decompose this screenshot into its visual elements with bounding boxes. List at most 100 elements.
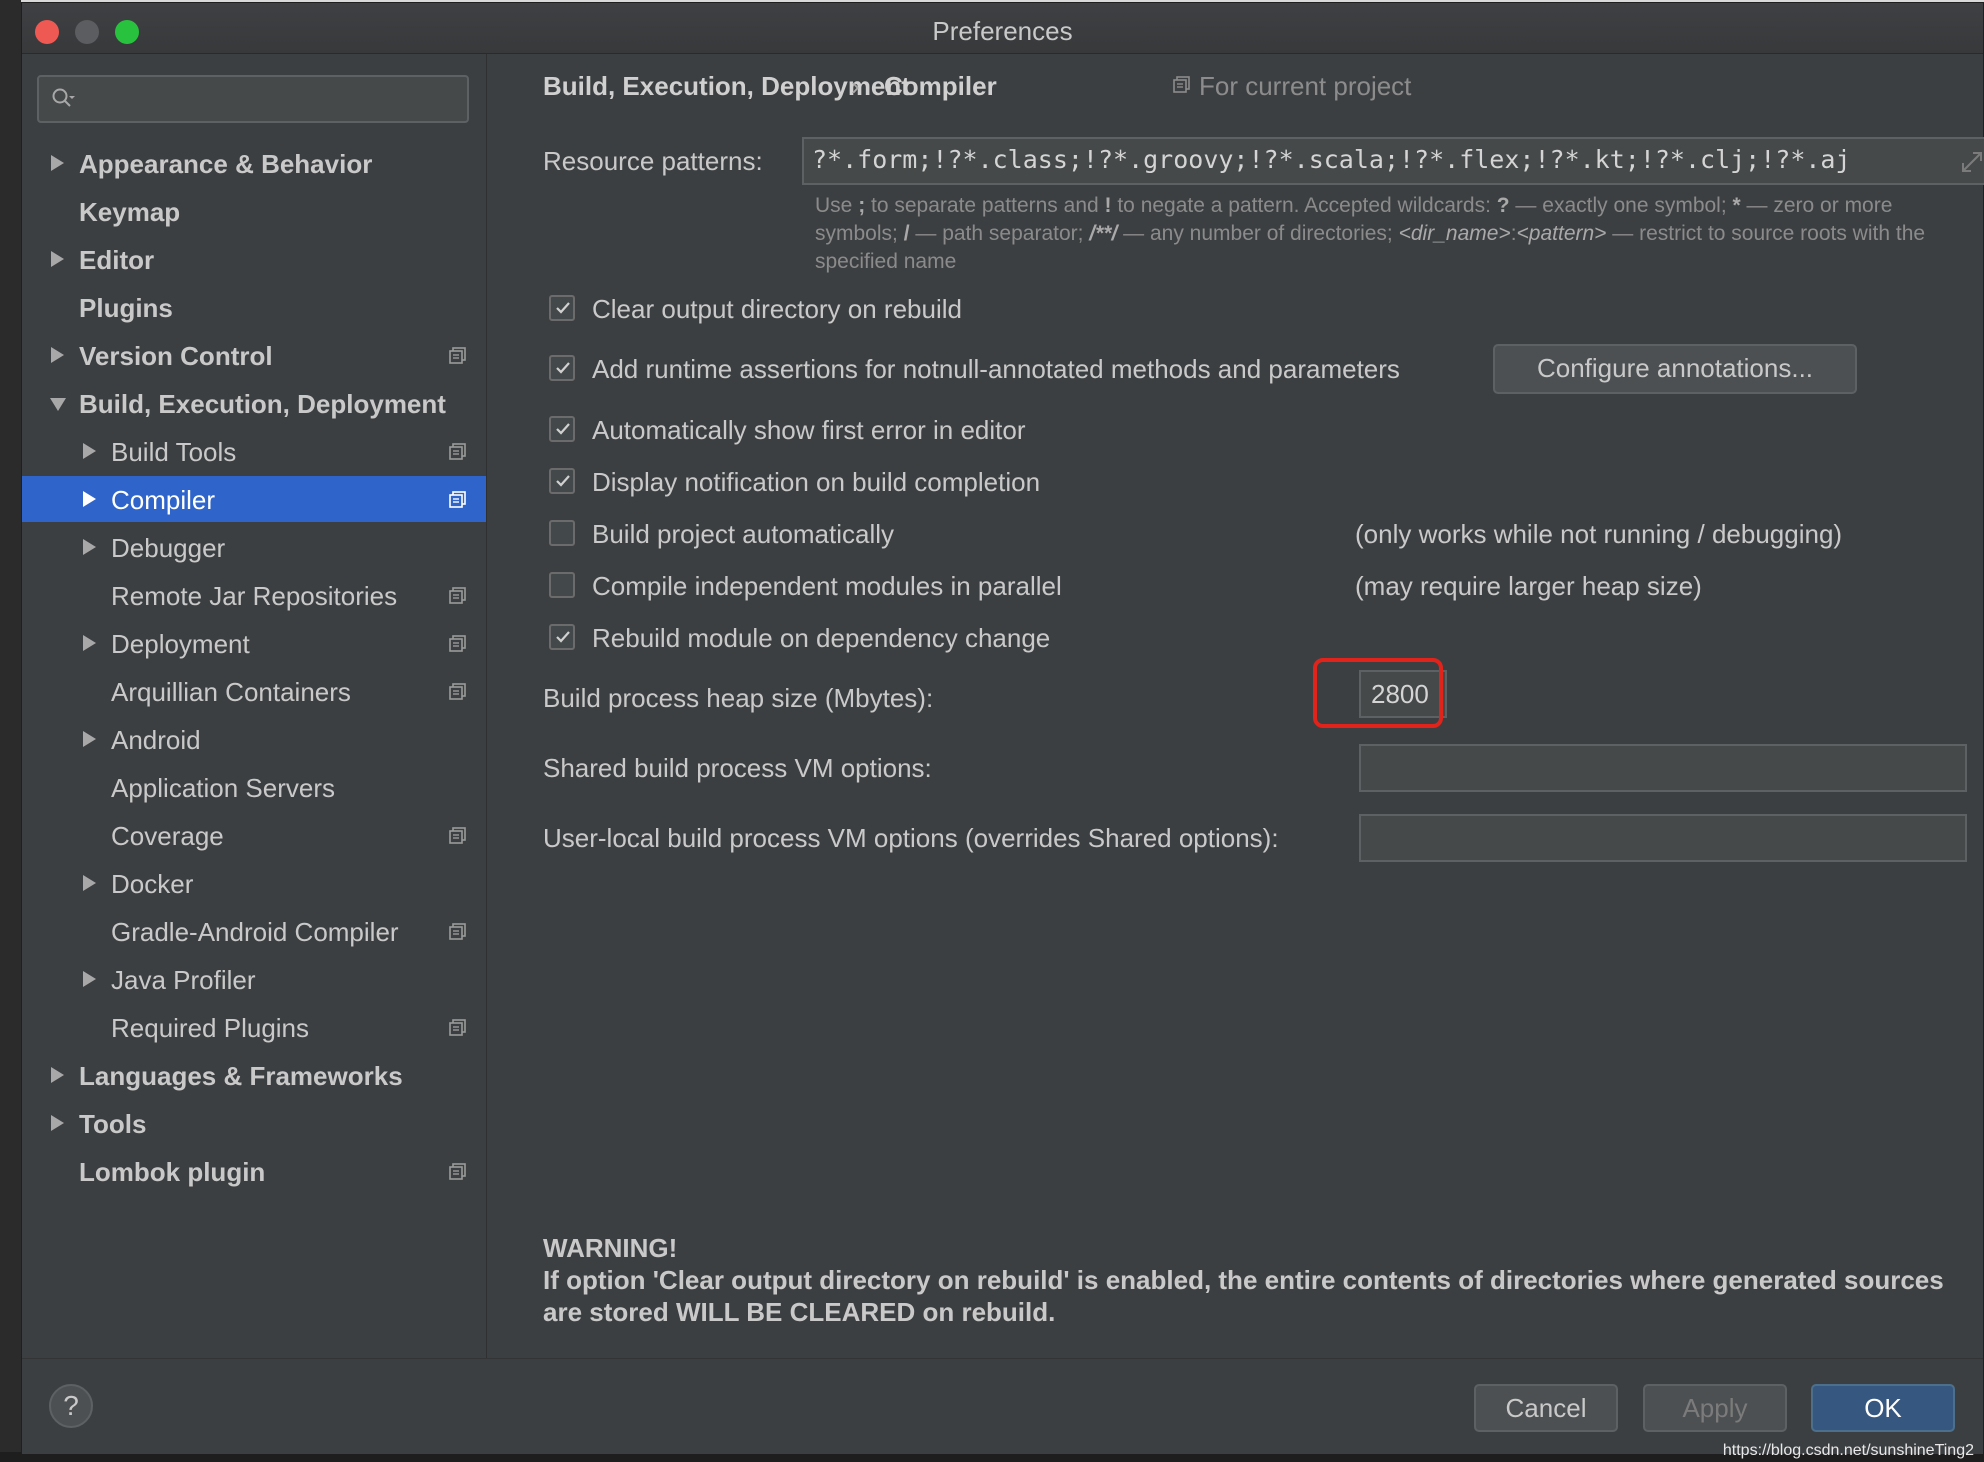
ok-button[interactable]: OK [1811, 1384, 1955, 1432]
sidebar-item-label: Keymap [79, 197, 181, 227]
show-first-error-label: Automatically show first error in editor [592, 415, 1026, 445]
clear-output-label: Clear output directory on rebuild [592, 294, 962, 324]
clear-output-warning: WARNING! If option 'Clear output directo… [543, 1232, 1963, 1328]
sidebar-item-label: Compiler [111, 485, 216, 515]
runtime-assertions-label: Add runtime assertions for notnull-annot… [592, 354, 1400, 384]
resource-patterns-input[interactable]: ?*.form;!?*.class;!?*.groovy;!?*.scala;!… [802, 137, 1984, 185]
chevron-right-icon[interactable] [83, 443, 96, 459]
sidebar-item-build-tools[interactable]: Build Tools [22, 428, 486, 474]
runtime-assertions-checkbox[interactable] [549, 355, 575, 381]
heap-size-highlight [1313, 658, 1443, 728]
watermark-url: https://blog.csdn.net/sunshineTing2 [1722, 1442, 1974, 1459]
chevron-right-icon[interactable] [51, 1115, 64, 1131]
chevron-right-icon[interactable] [83, 491, 96, 507]
chevron-right-icon[interactable] [83, 731, 96, 747]
compile-parallel-label: Compile independent modules in parallel [592, 571, 1062, 601]
sidebar-item-required-plugins[interactable]: Required Plugins [22, 1004, 486, 1050]
display-notification-checkbox[interactable] [549, 468, 575, 494]
cancel-button[interactable]: Cancel [1474, 1384, 1618, 1432]
chevron-right-icon[interactable] [83, 971, 96, 987]
sidebar-item-plugins[interactable]: Plugins [22, 284, 486, 330]
chevron-right-icon[interactable] [51, 155, 64, 171]
user-local-vm-options-input[interactable] [1359, 814, 1967, 862]
sidebar-item-label: Lombok plugin [79, 1157, 266, 1187]
sidebar-item-java-profiler[interactable]: Java Profiler [22, 956, 486, 1002]
sidebar-item-editor[interactable]: Editor [22, 236, 486, 282]
dialog-footer: ? Cancel Apply OK [22, 1358, 1983, 1454]
sidebar-item-gradle-android-compiler[interactable]: Gradle-Android Compiler [22, 908, 486, 954]
project-scope-icon [449, 491, 466, 508]
sidebar-item-debugger[interactable]: Debugger [22, 524, 486, 570]
clear-output-checkbox[interactable] [549, 295, 575, 321]
configure-annotations-button[interactable]: Configure annotations... [1493, 344, 1857, 394]
project-scope-icon [449, 923, 466, 940]
sidebar-item-keymap[interactable]: Keymap [22, 188, 486, 234]
help-button[interactable]: ? [49, 1384, 93, 1428]
title-bar: Preferences [22, 3, 1983, 54]
project-scope-icon [449, 347, 466, 364]
chevron-right-icon[interactable] [83, 635, 96, 651]
sidebar-item-lombok-plugin[interactable]: Lombok plugin [22, 1148, 486, 1194]
sidebar-item-label: Docker [111, 869, 194, 899]
sidebar-item-label: Deployment [111, 629, 250, 659]
project-scope-icon [449, 1163, 466, 1180]
rebuild-on-change-checkbox[interactable] [549, 624, 575, 650]
rebuild-on-change-label: Rebuild module on dependency change [592, 623, 1051, 653]
sidebar-item-android[interactable]: Android [22, 716, 486, 762]
sidebar-item-label: Coverage [111, 821, 224, 851]
apply-button[interactable]: Apply [1643, 1384, 1787, 1432]
project-scope-icon [449, 635, 466, 652]
sidebar-item-label: Build, Execution, Deployment [79, 389, 446, 419]
sidebar-item-coverage[interactable]: Coverage [22, 812, 486, 858]
display-notification-label: Display notification on build completion [592, 467, 1041, 497]
sidebar-item-deployment[interactable]: Deployment [22, 620, 486, 666]
expand-field-icon[interactable] [1959, 149, 1984, 175]
search-icon [52, 88, 75, 107]
build-automatically-note: (only works while not running / debuggin… [1355, 519, 1843, 549]
project-scope-icon [449, 683, 466, 700]
shared-vm-options-input[interactable] [1359, 744, 1967, 792]
sidebar-item-build-execution-deployment[interactable]: Build, Execution, Deployment [22, 380, 486, 426]
sidebar-item-arquillian-containers[interactable]: Arquillian Containers [22, 668, 486, 714]
preferences-window: Preferences Appearance & Behavior Keymap E… [21, 2, 1984, 1454]
sidebar-item-remote-jar-repositories[interactable]: Remote Jar Repositories [22, 572, 486, 618]
shared-vm-options-label: Shared build process VM options: [543, 753, 932, 783]
sidebar-item-label: Debugger [111, 533, 226, 563]
breadcrumb-separator: › [851, 71, 860, 101]
chevron-right-icon[interactable] [83, 875, 96, 891]
build-automatically-label: Build project automatically [592, 519, 895, 549]
sidebar-item-docker[interactable]: Docker [22, 860, 486, 906]
show-first-error-checkbox[interactable] [549, 416, 575, 442]
sidebar-item-label: Plugins [79, 293, 173, 323]
project-scope-label: For current project [1199, 71, 1412, 101]
sidebar-item-appearance-behavior[interactable]: Appearance & Behavior [22, 140, 486, 186]
sidebar-item-label: Editor [79, 245, 155, 275]
project-scope-icon [449, 1019, 466, 1036]
compile-parallel-note: (may require larger heap size) [1355, 571, 1702, 601]
settings-search-input[interactable] [37, 75, 469, 123]
sidebar-item-label: Application Servers [111, 773, 335, 803]
resource-patterns-label: Resource patterns: [543, 146, 763, 176]
warning-body: If option 'Clear output directory on reb… [543, 1265, 1944, 1327]
sidebar-item-label: Tools [79, 1109, 147, 1139]
build-automatically-checkbox[interactable] [549, 520, 575, 546]
compile-parallel-checkbox[interactable] [549, 572, 575, 598]
sidebar-item-tools[interactable]: Tools [22, 1100, 486, 1146]
sidebar-item-label: Build Tools [111, 437, 237, 467]
sidebar-item-version-control[interactable]: Version Control [22, 332, 486, 378]
sidebar-item-languages-frameworks[interactable]: Languages & Frameworks [22, 1052, 486, 1098]
sidebar-item-application-servers[interactable]: Application Servers [22, 764, 486, 810]
checkmark-icon [556, 631, 570, 643]
project-scope-icon [1173, 76, 1190, 93]
sidebar-item-compiler[interactable]: Compiler [22, 476, 486, 522]
settings-sidebar: Appearance & Behavior Keymap Editor Plugins… [22, 54, 487, 1358]
chevron-right-icon[interactable] [51, 251, 64, 267]
chevron-right-icon[interactable] [83, 539, 96, 555]
chevron-right-icon[interactable] [51, 1067, 64, 1083]
sidebar-item-label: Java Profiler [111, 965, 256, 995]
desktop-background-left [0, 0, 21, 1462]
user-local-vm-options-label: User-local build process VM options (ove… [543, 823, 1279, 853]
chevron-right-icon[interactable] [51, 347, 64, 363]
chevron-down-icon[interactable] [50, 398, 66, 411]
project-scope-icon [449, 827, 466, 844]
